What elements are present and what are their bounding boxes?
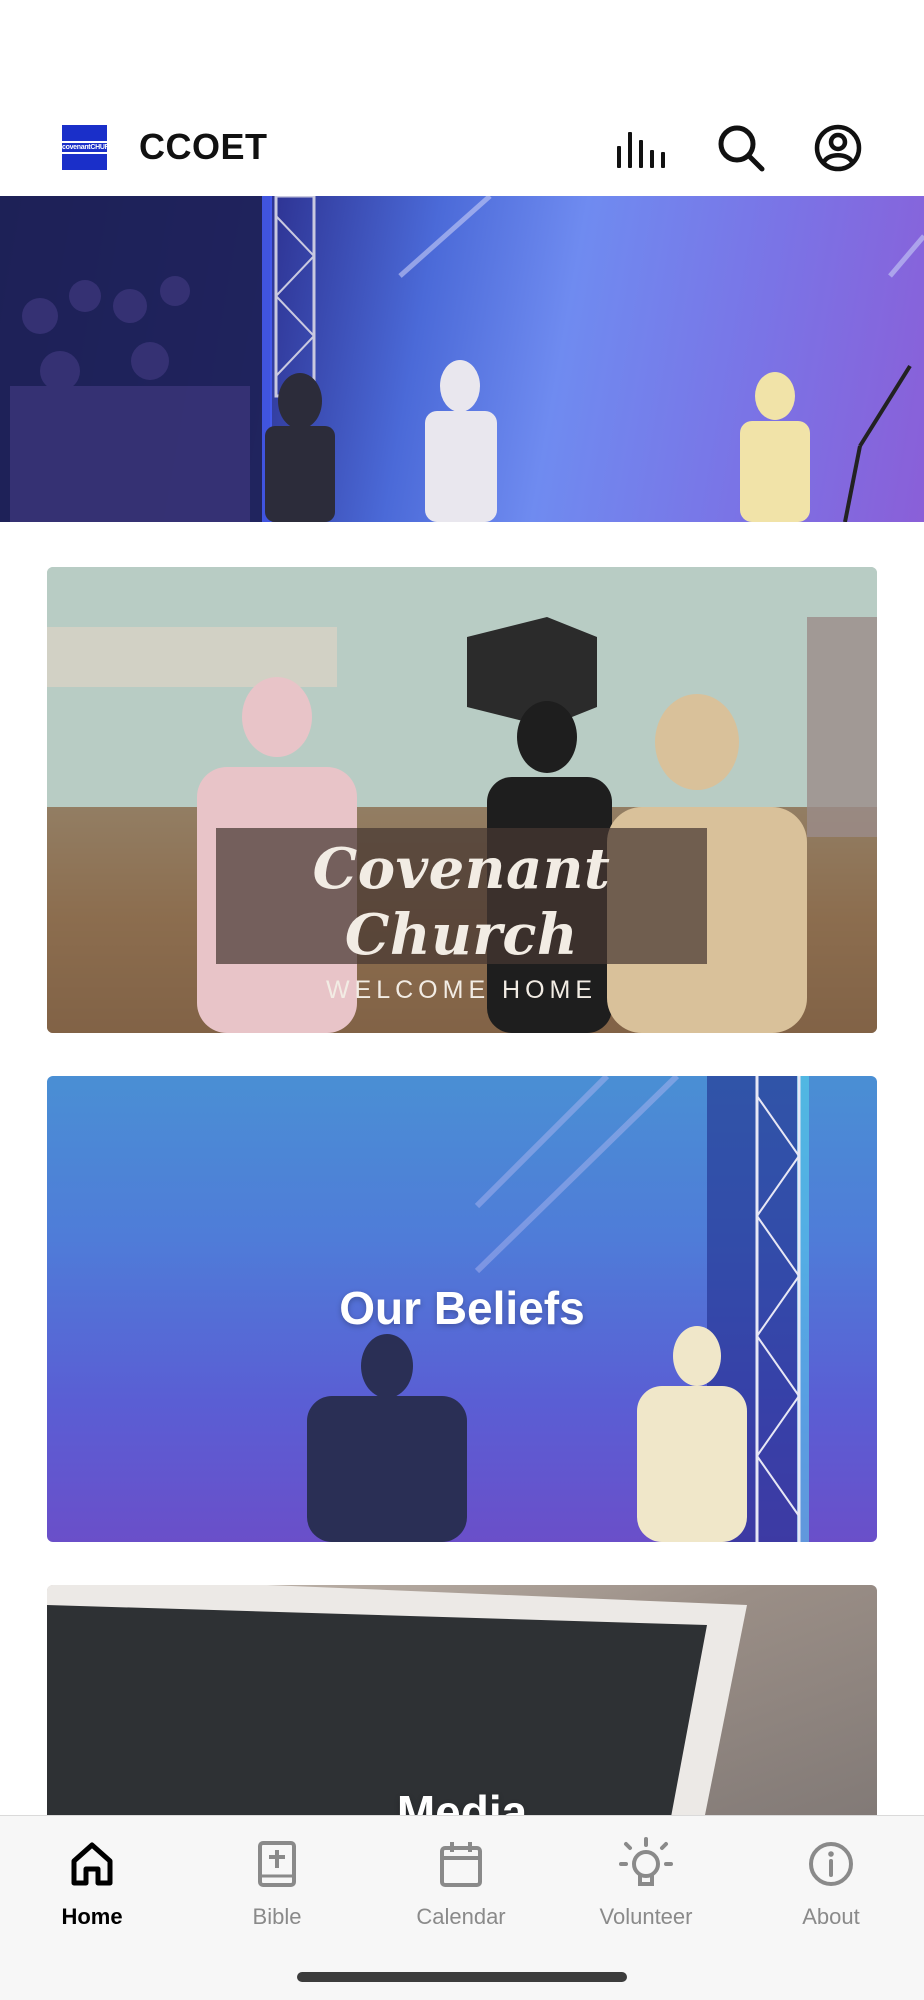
our-beliefs-card[interactable]: Our Beliefs bbox=[47, 1076, 877, 1542]
home-indicator[interactable] bbox=[297, 1972, 627, 1982]
welcome-card[interactable]: Covenant Church WELCOME HOME bbox=[47, 567, 877, 1033]
tab-volunteer[interactable]: Volunteer bbox=[571, 1836, 721, 1930]
audio-bars-icon[interactable] bbox=[615, 122, 667, 174]
app-header: covenantCHURCH CCOET bbox=[0, 100, 924, 196]
welcome-subtitle: WELCOME HOME bbox=[325, 976, 598, 1004]
worship-stage-photo bbox=[0, 196, 924, 522]
tab-home[interactable]: Home bbox=[17, 1836, 167, 1930]
home-icon bbox=[17, 1836, 167, 1892]
calendar-icon bbox=[386, 1836, 536, 1892]
lightbulb-icon bbox=[571, 1836, 721, 1892]
search-icon[interactable] bbox=[715, 122, 767, 174]
our-beliefs-title: Our Beliefs bbox=[339, 1282, 585, 1334]
tab-calendar[interactable]: Calendar bbox=[386, 1836, 536, 1930]
tab-volunteer-label: Volunteer bbox=[599, 1904, 693, 1929]
bible-icon bbox=[202, 1836, 352, 1892]
tab-about[interactable]: About bbox=[756, 1836, 906, 1930]
tab-bible-label: Bible bbox=[252, 1904, 302, 1929]
tab-home-label: Home bbox=[61, 1904, 123, 1929]
app-title: CCOET bbox=[139, 126, 268, 167]
hero-banner[interactable] bbox=[0, 196, 924, 522]
welcome-script-title: Covenant Church bbox=[312, 836, 611, 968]
info-icon bbox=[756, 1836, 906, 1892]
tab-calendar-label: Calendar bbox=[416, 1904, 506, 1929]
profile-icon[interactable] bbox=[812, 122, 864, 174]
church-logo: covenantCHURCH bbox=[62, 125, 119, 170]
logo-text: covenantCHURCH bbox=[62, 141, 119, 154]
tab-bible[interactable]: Bible bbox=[202, 1836, 352, 1930]
tab-about-label: About bbox=[802, 1904, 860, 1929]
welcome-overlay: Covenant Church WELCOME HOME bbox=[216, 828, 707, 1004]
